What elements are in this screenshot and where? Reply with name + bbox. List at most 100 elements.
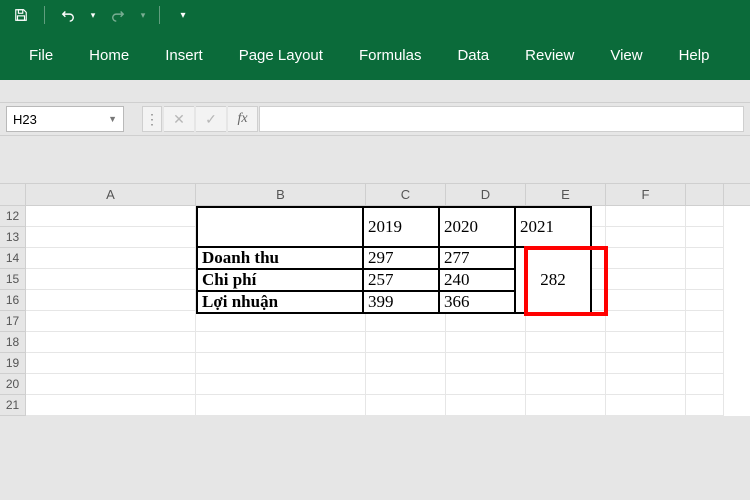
grid-cell[interactable] (686, 311, 724, 332)
merged-cell-e[interactable]: 282 (515, 247, 591, 313)
grid-cell[interactable] (606, 269, 686, 290)
row-header[interactable]: 13 (0, 227, 26, 248)
grid-cell[interactable] (686, 353, 724, 374)
grid-cell[interactable] (686, 290, 724, 311)
grid-cell[interactable] (526, 332, 606, 353)
chevron-down-icon[interactable]: ▼ (108, 114, 117, 124)
grid-cell[interactable] (26, 290, 196, 311)
year-header[interactable]: 2021 (515, 207, 591, 247)
tab-home[interactable]: Home (85, 41, 133, 70)
grid-cell[interactable] (606, 290, 686, 311)
undo-icon[interactable] (55, 2, 81, 28)
grid-cell[interactable] (446, 395, 526, 416)
row-header[interactable]: 18 (0, 332, 26, 353)
row-label[interactable]: Chi phí (197, 269, 363, 291)
tab-help[interactable]: Help (675, 41, 714, 70)
col-header-g[interactable] (686, 184, 724, 205)
col-header-a[interactable]: A (26, 184, 196, 205)
grid-cell[interactable] (366, 332, 446, 353)
grid-cell[interactable] (26, 269, 196, 290)
grid-cell[interactable] (606, 311, 686, 332)
grid-cell[interactable] (526, 353, 606, 374)
col-header-e[interactable]: E (526, 184, 606, 205)
tab-insert[interactable]: Insert (161, 41, 207, 70)
grid-cell[interactable] (446, 353, 526, 374)
grid-cell[interactable] (686, 374, 724, 395)
grid-cell[interactable] (446, 332, 526, 353)
data-cell[interactable]: 257 (363, 269, 439, 291)
grid-cell[interactable] (196, 395, 366, 416)
row-header[interactable]: 20 (0, 374, 26, 395)
grid-cell[interactable] (446, 374, 526, 395)
grid-cell[interactable] (446, 311, 526, 332)
row-header[interactable]: 21 (0, 395, 26, 416)
tab-formulas[interactable]: Formulas (355, 41, 426, 70)
grid-cell[interactable] (606, 332, 686, 353)
grid-cell[interactable] (686, 395, 724, 416)
row-label[interactable]: Lợi nhuận (197, 291, 363, 313)
col-header-c[interactable]: C (366, 184, 446, 205)
grid-cell[interactable] (26, 311, 196, 332)
tab-view[interactable]: View (606, 41, 646, 70)
qat-customize-icon[interactable]: ▾ (170, 2, 196, 28)
grid-cell[interactable] (26, 395, 196, 416)
tab-page-layout[interactable]: Page Layout (235, 41, 327, 70)
col-header-f[interactable]: F (606, 184, 686, 205)
col-header-d[interactable]: D (446, 184, 526, 205)
select-all-corner[interactable] (0, 184, 26, 205)
formula-dots[interactable]: ⋮ (142, 106, 162, 132)
formula-bar-input[interactable] (259, 106, 744, 132)
save-icon[interactable] (8, 2, 34, 28)
col-header-b[interactable]: B (196, 184, 366, 205)
row-header[interactable]: 15 (0, 269, 26, 290)
grid-cell[interactable] (606, 353, 686, 374)
year-header[interactable]: 2019 (363, 207, 439, 247)
name-box[interactable]: H23 ▼ (6, 106, 124, 132)
fx-icon[interactable]: fx (228, 106, 258, 132)
data-cell[interactable]: 366 (439, 291, 515, 313)
data-cell[interactable]: 399 (363, 291, 439, 313)
data-cell[interactable]: 240 (439, 269, 515, 291)
grid-cell[interactable] (686, 248, 724, 269)
grid-cell[interactable] (606, 248, 686, 269)
grid-cell[interactable] (686, 206, 724, 227)
grid-cell[interactable] (26, 248, 196, 269)
data-cell[interactable]: 277 (439, 247, 515, 269)
grid-cell[interactable] (366, 374, 446, 395)
undo-dropdown-icon[interactable]: ▾ (87, 2, 99, 28)
grid-cell[interactable] (686, 269, 724, 290)
grid-cell[interactable] (686, 227, 724, 248)
grid-cell[interactable] (606, 206, 686, 227)
grid-cell[interactable] (526, 395, 606, 416)
grid-cell[interactable] (366, 311, 446, 332)
row-label[interactable]: Doanh thu (197, 247, 363, 269)
table-corner-cell[interactable] (197, 207, 363, 247)
grid-cell[interactable] (606, 395, 686, 416)
grid-cell[interactable] (26, 206, 196, 227)
grid-cell[interactable] (26, 353, 196, 374)
tab-file[interactable]: File (25, 41, 57, 70)
spreadsheet-grid[interactable]: A B C D E F 12131415161718192021 2019 20… (0, 184, 750, 416)
redo-icon[interactable] (105, 2, 131, 28)
grid-cell[interactable] (606, 374, 686, 395)
year-header[interactable]: 2020 (439, 207, 515, 247)
row-header[interactable]: 16 (0, 290, 26, 311)
grid-cell[interactable] (196, 374, 366, 395)
grid-cell[interactable] (526, 374, 606, 395)
grid-cell[interactable] (606, 227, 686, 248)
grid-cell[interactable] (366, 395, 446, 416)
row-header[interactable]: 14 (0, 248, 26, 269)
data-cell[interactable]: 297 (363, 247, 439, 269)
grid-cell[interactable] (26, 332, 196, 353)
tab-data[interactable]: Data (453, 41, 493, 70)
row-header[interactable]: 12 (0, 206, 26, 227)
grid-cell[interactable] (26, 227, 196, 248)
grid-cell[interactable] (196, 332, 366, 353)
grid-cell[interactable] (26, 374, 196, 395)
grid-cell[interactable] (526, 311, 606, 332)
row-header[interactable]: 19 (0, 353, 26, 374)
grid-cell[interactable] (196, 311, 366, 332)
grid-cell[interactable] (196, 353, 366, 374)
grid-cell[interactable] (686, 332, 724, 353)
redo-dropdown-icon[interactable]: ▾ (137, 2, 149, 28)
